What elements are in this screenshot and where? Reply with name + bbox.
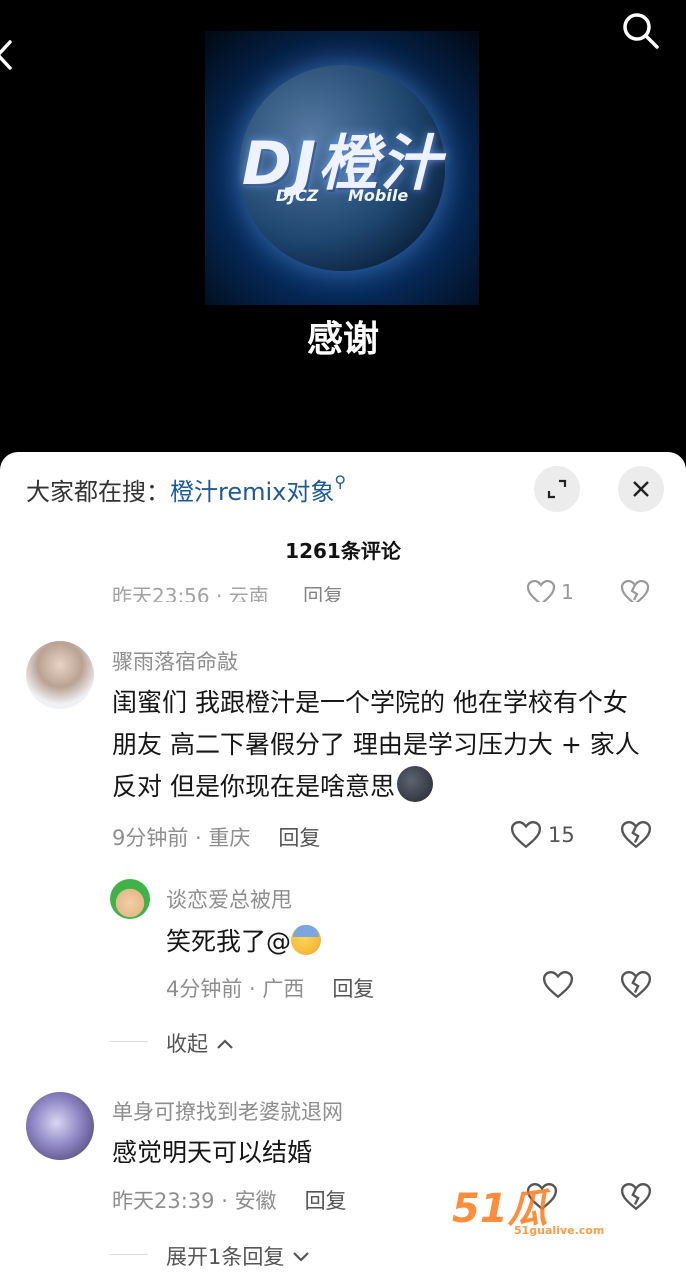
broken-heart-icon	[620, 971, 652, 999]
expand-replies-button[interactable]: 展开1条回复	[166, 1241, 311, 1271]
song-title: 感谢	[306, 319, 379, 360]
comment-meta: 9分钟前 · 重庆 回复	[112, 826, 321, 850]
heart-icon	[526, 580, 556, 602]
comment-location: 广西	[262, 977, 305, 1001]
expand-label: 展开1条回复	[166, 1245, 285, 1269]
reply-button[interactable]: 回复	[305, 1189, 347, 1213]
comment-username[interactable]: 骤雨落宿命敲	[112, 646, 238, 676]
reply-button[interactable]: 回复	[278, 826, 320, 850]
comment-time: 昨天23:39	[112, 1189, 215, 1213]
comment-location: 重庆	[208, 826, 251, 850]
avatar[interactable]	[26, 1092, 94, 1160]
comment-text: 闺蜜们 我跟橙汁是一个学院的 他在学校有个女朋友 高二下暑假分了 理由是学习压力…	[112, 682, 652, 808]
comment-username[interactable]: 单身可撩找到老婆就退网	[112, 1096, 343, 1126]
sweat-emoji-icon	[291, 925, 322, 955]
chevron-down-icon	[293, 1252, 309, 1262]
comment-time: 4分钟前	[166, 977, 243, 1001]
watermark-site: 51gualive.com	[514, 1224, 605, 1237]
comment-username[interactable]: 谈恋爱总被甩	[166, 884, 292, 914]
collapse-replies-button[interactable]: 收起	[166, 1028, 235, 1058]
search-button[interactable]	[620, 10, 660, 50]
chevron-up-icon	[216, 1039, 233, 1049]
reply-button[interactable]: 回复	[303, 584, 343, 602]
expand-button[interactable]	[534, 466, 580, 512]
close-icon	[633, 481, 649, 497]
comment-meta: 昨天23:39 · 安徽 回复	[112, 1189, 347, 1213]
broken-heart-icon	[620, 580, 650, 602]
like-count: 15	[548, 823, 575, 847]
search-icon: ⚲	[334, 472, 347, 491]
avatar[interactable]	[110, 879, 150, 919]
comment-sheet: 大家都在搜：橙汁remix对象⚲ 1261条评论 昨天23:56 · 云南 回复…	[0, 452, 686, 1280]
comment-text: 感觉明天可以结婚	[112, 1138, 313, 1167]
comment-time: 9分钟前	[112, 826, 189, 850]
like-button[interactable]: 15	[510, 821, 575, 849]
comment-location: 安徽	[234, 1189, 277, 1213]
comment-count: 1261条评论	[285, 539, 401, 563]
dislike-button[interactable]	[620, 580, 650, 602]
broken-heart-icon	[620, 821, 652, 849]
comment-meta: 4分钟前 · 广西 回复	[166, 977, 375, 1001]
close-button[interactable]	[618, 466, 664, 512]
moon-emoji-icon	[396, 766, 433, 802]
like-count: 1	[561, 580, 574, 602]
comment-body: 闺蜜们 我跟橙汁是一个学院的 他在学校有个女朋友 高二下暑假分了 理由是学习压力…	[112, 688, 640, 801]
heart-icon	[542, 971, 574, 999]
thread-divider	[110, 1041, 148, 1042]
scrolled-comment-meta: 昨天23:56 · 云南 回复	[112, 580, 343, 602]
dislike-button[interactable]	[620, 821, 652, 853]
reply-button[interactable]: 回复	[332, 977, 374, 1001]
expand-icon	[547, 479, 567, 499]
back-button[interactable]	[0, 40, 18, 70]
comment-body: 笑死我了@	[166, 927, 292, 956]
like-button[interactable]: 1	[526, 580, 574, 602]
cover-logo-sub: DJCZ Mobile	[275, 186, 409, 205]
player-area: DJ橙汁 DJCZ Mobile 感谢	[0, 0, 686, 452]
hot-search-row[interactable]: 大家都在搜：橙汁remix对象⚲	[26, 472, 346, 507]
avatar[interactable]	[26, 641, 94, 709]
thread-divider	[110, 1254, 148, 1255]
like-button[interactable]	[542, 971, 580, 999]
collapse-label: 收起	[166, 1032, 208, 1056]
search-icon	[623, 13, 659, 49]
watermark-logo: 51瓜 51gualive.com	[452, 1176, 662, 1246]
album-cover[interactable]: DJ橙汁 DJCZ Mobile	[205, 31, 479, 305]
heart-icon	[510, 821, 542, 849]
dislike-button[interactable]	[620, 971, 652, 1003]
comment-meta: 昨天23:56 · 云南	[112, 584, 269, 602]
hot-search-link[interactable]: 橙汁remix对象	[170, 478, 334, 506]
comment-text: 笑死我了@	[166, 921, 322, 963]
search-prefix: 大家都在搜：	[26, 478, 170, 506]
chevron-left-icon	[0, 40, 12, 70]
